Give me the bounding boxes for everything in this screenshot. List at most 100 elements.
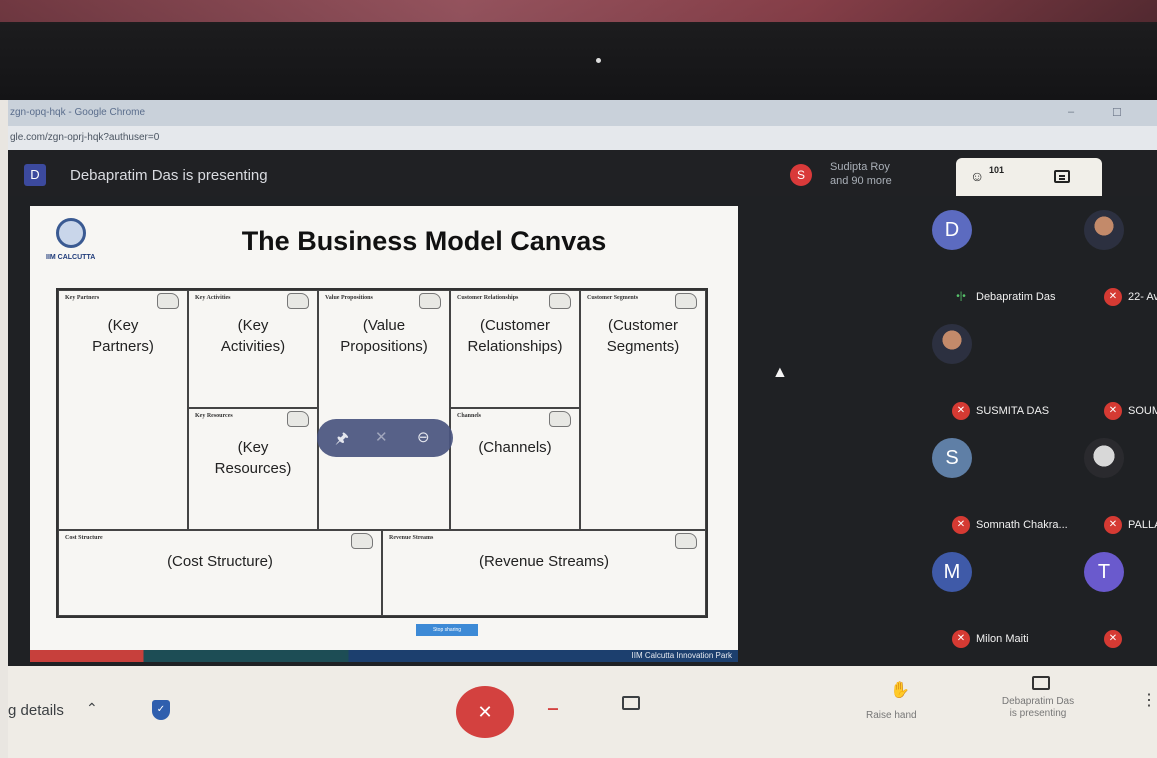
chain-icon [157, 293, 179, 309]
money-bag-icon [675, 533, 697, 549]
participant-tile[interactable]: ✕ 22- Avishek Ch [1016, 196, 1157, 310]
people-count: 101 [989, 165, 1005, 175]
cell-text: (Customer [479, 317, 550, 334]
mic-off-icon: ✕ [952, 402, 970, 420]
cell-text: (Key [237, 317, 269, 334]
presenting-label-line-1: Debapratim Das [1001, 696, 1075, 707]
cell-text: Activities) [220, 338, 286, 355]
tag-icon [351, 533, 373, 549]
slide-footer: Stop sharing [56, 624, 708, 638]
mic-off-icon: ✕ [1104, 630, 1122, 648]
participant-grid: D •|• Debapratim Das ✕ 22- Avishek Ch ✕ … [778, 196, 1157, 666]
joined-line-2: and 90 more [830, 175, 892, 187]
presentation-stage: IIM CALCUTTA The Business Model Canvas K… [8, 196, 778, 666]
cell-heading: Key Activities [195, 295, 231, 301]
checklist-icon [287, 293, 309, 309]
raise-hand-icon[interactable]: ✋ [890, 680, 910, 700]
meeting-controls-bar: g details ⌃ ✓ ✕ ‒ ✋ Raise hand Debaprati… [8, 666, 1157, 758]
mic-off-icon: ✕ [1104, 516, 1122, 534]
chat-icon[interactable] [1054, 170, 1070, 183]
cell-revenue-streams: Revenue Streams (Revenue Streams) [382, 530, 706, 616]
gift-icon [419, 293, 441, 309]
shield-icon[interactable]: ✓ [152, 700, 170, 720]
cell-heading: Cost Structure [65, 535, 103, 541]
participant-name: PALLAV DUTTA [1128, 519, 1157, 531]
cell-cost-structure: Cost Structure (Cost Structure) [58, 530, 382, 616]
cell-heading: Customer Segments [587, 295, 639, 301]
cell-customer-relationships: Customer Relationships (Customer Relatio… [450, 290, 580, 408]
mic-toggle-button[interactable]: ✕ [456, 686, 514, 738]
cell-text: (Channels) [478, 439, 552, 456]
avatar: M [932, 552, 972, 592]
mouse-cursor-icon: ▲ [772, 364, 788, 381]
joined-notice: Sudipta Roy and 90 more [830, 160, 892, 188]
participant-tile[interactable]: ✕ SOUMYA BHAT [1016, 310, 1157, 424]
cell-text: (Revenue Streams) [478, 553, 610, 570]
side-panel-header: S Sudipta Roy and 90 more ☺ 101 [778, 150, 1157, 196]
avatar-photo [1084, 210, 1124, 250]
meeting-details-button[interactable]: g details [8, 702, 64, 719]
present-icon[interactable] [1032, 676, 1050, 690]
cell-heading: Channels [457, 413, 482, 419]
avatar: S [932, 438, 972, 478]
speaking-icon: •|• [956, 291, 966, 302]
participant-name: SOUMYA BHAT [1128, 405, 1157, 417]
heart-icon [549, 293, 571, 309]
raise-hand-label: Raise hand [866, 710, 917, 721]
participant-name: 22- Avishek Ch [1128, 291, 1157, 303]
participant-tile[interactable]: T ✕ [1016, 538, 1157, 652]
cell-text: Relationships) [467, 338, 563, 355]
more-options-icon[interactable]: ⋮ [1141, 690, 1157, 710]
cell-channels: Channels (Channels) [450, 408, 580, 530]
cell-customer-segments: Customer Segments (Customer Segments) [580, 290, 706, 530]
cell-heading: Key Resources [195, 413, 233, 419]
slide-title: The Business Model Canvas [241, 226, 607, 256]
window-title: zgn-opq-hqk - Google Chrome [10, 107, 146, 118]
cell-heading: Customer Relationships [457, 295, 519, 301]
chevron-up-icon[interactable]: ⌃ [86, 700, 98, 717]
cell-text: Resources) [214, 460, 292, 477]
cell-text: (Cost Structure) [167, 553, 273, 570]
avatar-photo [1084, 438, 1124, 478]
cell-text: (Key [237, 439, 269, 456]
joined-avatar: S [790, 164, 812, 186]
hang-up-icon[interactable]: ‒ [548, 698, 558, 719]
avatar: D [932, 210, 972, 250]
people-icon[interactable]: ☺ [970, 168, 984, 184]
cell-text: (Customer [607, 317, 678, 334]
avatar: T [1084, 552, 1124, 592]
camera-icon[interactable] [622, 696, 640, 710]
pin-icon[interactable]: 🖈 [335, 428, 349, 453]
truck-icon [549, 411, 571, 427]
bezel-glare [0, 0, 1157, 22]
mic-off-icon: ✕ [952, 630, 970, 648]
monitor-bezel [0, 0, 1157, 100]
address-bar[interactable]: gle.com/zgn-oprj-hqk?authuser=0 [8, 126, 1157, 150]
stop-sharing-button[interactable]: Stop sharing [416, 624, 478, 636]
minimize-icon[interactable]: – [1068, 106, 1074, 118]
cell-text: Segments) [606, 338, 680, 355]
maximize-icon[interactable]: ☐ [1112, 106, 1122, 119]
mic-off-icon: ✕ [1104, 288, 1122, 306]
cell-text: Propositions) [340, 338, 428, 355]
avatar-photo [932, 324, 972, 364]
panel-tabs: ☺ 101 [956, 158, 1102, 196]
slide-banner: IIM Calcutta Innovation Park [30, 650, 738, 662]
presenting-button-label: Debapratim Das is presenting [990, 696, 1086, 720]
presenting-label-line-2: is presenting [1009, 708, 1067, 719]
presenter-badge: D [24, 164, 46, 186]
slide: IIM CALCUTTA The Business Model Canvas K… [30, 206, 738, 662]
mute-participant-icon[interactable]: ✕ [375, 428, 388, 446]
url-text: gle.com/zgn-oprj-hqk?authuser=0 [10, 132, 160, 143]
remove-icon[interactable]: ⊖ [417, 428, 430, 446]
cell-heading: Value Propositions [325, 295, 373, 301]
participant-tile[interactable]: ✕ PALLAV DUTTA [1016, 424, 1157, 538]
cell-key-activities: Key Activities (Key Activities) [188, 290, 318, 408]
worker-icon [287, 411, 309, 427]
cell-text: (Key [107, 317, 139, 334]
presenting-text: Debapratim Das is presenting [70, 167, 268, 184]
cell-key-partners: Key Partners (Key Partners) [58, 290, 188, 530]
cell-heading: Revenue Streams [389, 535, 434, 541]
mic-off-icon: ✕ [952, 516, 970, 534]
cell-value-propositions: Value Propositions (Value Propositions) [318, 290, 450, 530]
